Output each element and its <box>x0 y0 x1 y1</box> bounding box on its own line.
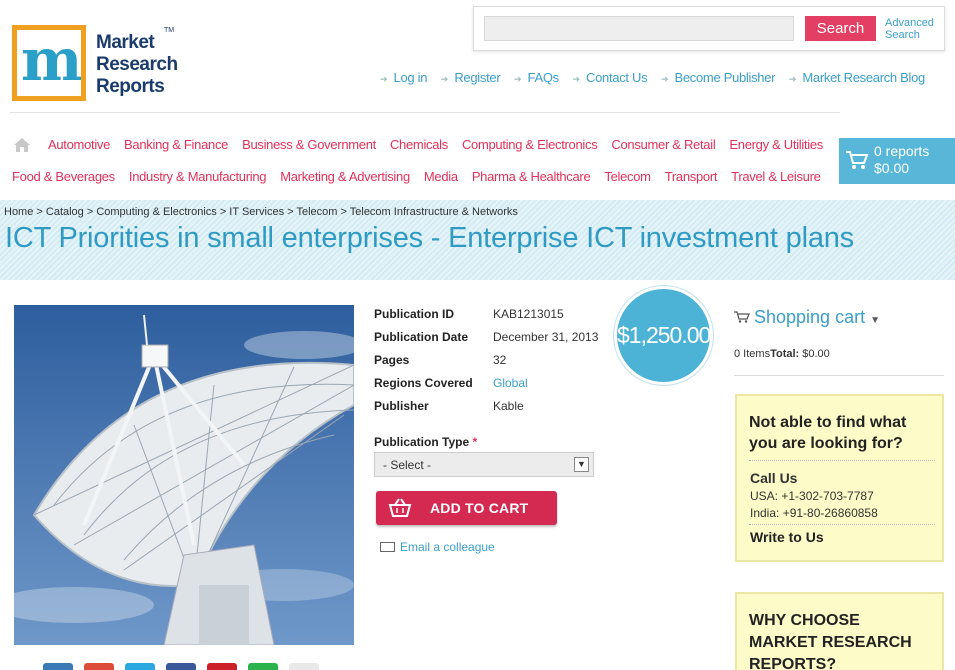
logo-mark: m <box>12 25 86 101</box>
cart-report-count: 0 reports <box>874 143 930 159</box>
shopping-cart-heading[interactable]: Shopping cart ▼ <box>734 307 880 328</box>
top-links: ➔ Log in ➔ Register ➔ FAQs ➔ Contact Us ➔ Bec… <box>380 70 935 85</box>
cart-icon <box>846 151 869 169</box>
logo-trademark: TM <box>164 27 175 34</box>
page-title: ICT Priorities in small enterprises - En… <box>5 222 854 254</box>
breadcrumb[interactable]: Home > Catalog > Computing & Electronics… <box>4 206 518 218</box>
category-computing-electronics[interactable]: Computing & Electronics <box>462 137 598 152</box>
product-image <box>14 305 354 645</box>
register-link[interactable]: Register <box>454 70 500 85</box>
regions-label: Regions Covered <box>374 376 473 390</box>
more-share-icon[interactable] <box>289 663 319 670</box>
advanced-search-link[interactable]: Advanced Search <box>885 17 934 41</box>
regions-value-link[interactable]: Global <box>493 376 528 390</box>
basket-icon <box>388 498 412 517</box>
write-to-us-link[interactable]: Write to Us <box>750 529 824 545</box>
publication-date-label: Publication Date <box>374 330 469 344</box>
category-pharma-healthcare[interactable]: Pharma & Healthcare <box>472 169 591 184</box>
price-badge: $1,250.00 <box>614 286 713 385</box>
publication-type-select[interactable]: - Select - ▼ <box>374 452 594 477</box>
contact-link[interactable]: Contact Us <box>586 70 648 85</box>
call-us-heading: Call Us <box>750 470 798 486</box>
category-chemicals[interactable]: Chemicals <box>390 137 448 152</box>
search-button[interactable]: Search <box>805 16 876 41</box>
site-logo[interactable]: m Market Research Reports TM <box>12 25 184 105</box>
pages-value: 32 <box>493 353 507 367</box>
divider <box>749 524 935 525</box>
become-publisher-link[interactable]: Become Publisher <box>675 70 776 85</box>
category-automotive[interactable]: Automotive <box>48 137 110 152</box>
cart-icon <box>734 311 750 323</box>
help-box: Not able to find what you are looking fo… <box>735 394 944 562</box>
publication-id-value: KAB1213015 <box>493 307 564 321</box>
publication-date-value: December 31, 2013 <box>493 330 599 344</box>
header-cart[interactable]: 0 reports $0.00 <box>839 138 955 184</box>
publisher-value: Kable <box>493 399 524 413</box>
divider <box>734 375 944 376</box>
category-marketing-advertising[interactable]: Marketing & Advertising <box>280 169 410 184</box>
google-plus-icon[interactable] <box>84 663 114 670</box>
email-share-icon[interactable] <box>248 663 278 670</box>
category-industry-manufacturing[interactable]: Industry & Manufacturing <box>129 169 267 184</box>
help-title: Not able to find what you are looking fo… <box>749 414 907 452</box>
category-food-beverages[interactable]: Food & Beverages <box>12 169 115 184</box>
category-telecom[interactable]: Telecom <box>604 169 651 184</box>
arrow-icon: ➔ <box>380 74 388 84</box>
category-consumer-retail[interactable]: Consumer & Retail <box>611 137 715 152</box>
login-link[interactable]: Log in <box>394 70 428 85</box>
chevron-down-icon: ▼ <box>574 457 589 472</box>
india-phone: India: +91-80-26860858 <box>750 506 878 520</box>
logo-wordmark: Market Research Reports <box>96 32 178 97</box>
arrow-icon: ➔ <box>513 74 522 84</box>
category-transport[interactable]: Transport <box>665 169 718 184</box>
dropdown-arrow-icon: ▼ <box>870 315 880 326</box>
search-panel: Search Advanced Search <box>473 6 945 51</box>
shopping-cart-summary: 0 ItemsTotal: $0.00 <box>734 348 830 360</box>
category-media[interactable]: Media <box>424 169 458 184</box>
category-energy-utilities[interactable]: Energy & Utilities <box>729 137 823 152</box>
facebook-icon[interactable] <box>166 663 196 670</box>
category-banking-finance[interactable]: Banking & Finance <box>124 137 228 152</box>
blog-link[interactable]: Market Research Blog <box>802 70 925 85</box>
envelope-icon <box>380 542 395 552</box>
arrow-icon: ➔ <box>572 74 581 84</box>
category-travel-leisure[interactable]: Travel & Leisure <box>731 169 821 184</box>
why-choose-box: WHY CHOOSE MARKET RESEARCH REPORTS? <box>735 592 944 670</box>
usa-phone: USA: +1-302-703-7787 <box>750 489 874 503</box>
why-choose-title: WHY CHOOSE MARKET RESEARCH REPORTS? <box>749 612 912 670</box>
twitter-icon[interactable] <box>125 663 155 670</box>
divider <box>749 460 935 461</box>
arrow-icon: ➔ <box>788 74 797 84</box>
email-colleague-link[interactable]: Email a colleague <box>380 540 495 554</box>
publication-id-label: Publication ID <box>374 307 455 321</box>
publisher-label: Publisher <box>374 399 429 413</box>
faqs-link[interactable]: FAQs <box>528 70 560 85</box>
arrow-icon: ➔ <box>660 74 669 84</box>
pages-label: Pages <box>374 353 410 367</box>
publication-type-label: Publication Type * <box>374 435 478 449</box>
cart-total: $0.00 <box>874 160 910 176</box>
add-to-cart-button[interactable]: ADD TO CART <box>376 491 557 525</box>
search-input[interactable] <box>484 16 794 41</box>
header-divider <box>10 112 840 113</box>
pinterest-icon[interactable] <box>207 663 237 670</box>
arrow-icon: ➔ <box>440 74 449 84</box>
share-icon[interactable] <box>43 663 73 670</box>
category-business-government[interactable]: Business & Government <box>242 137 376 152</box>
home-icon[interactable] <box>13 137 31 153</box>
